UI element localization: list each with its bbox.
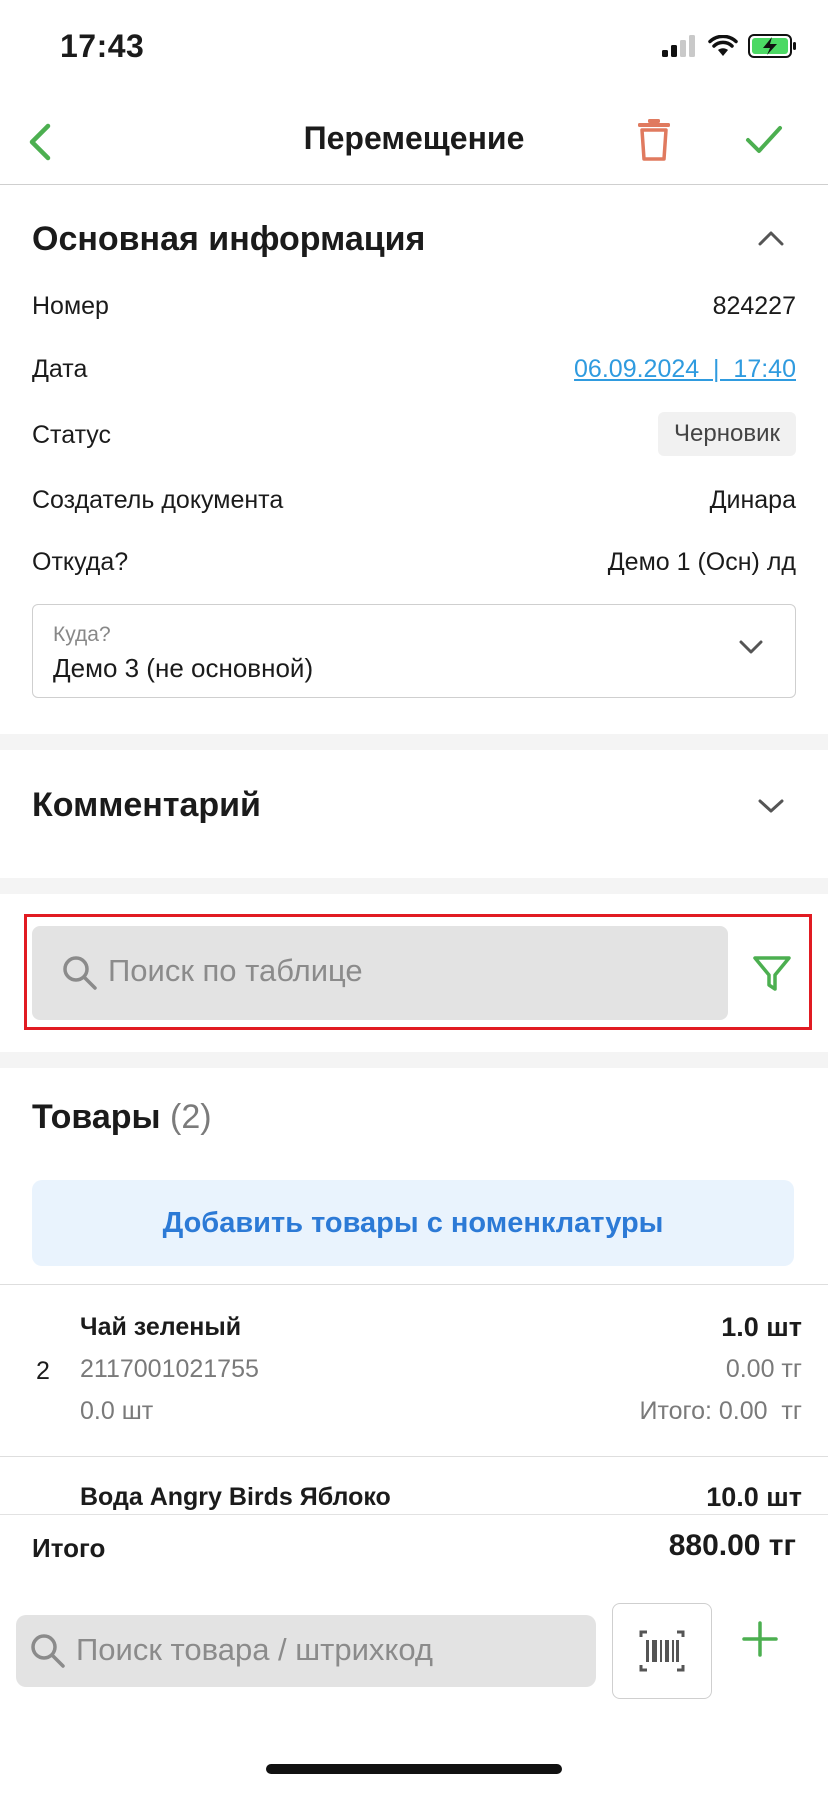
delete-button[interactable] [636, 118, 672, 167]
item-quantity: 10.0 шт [706, 1482, 802, 1512]
filter-button[interactable] [752, 954, 792, 999]
chevron-down-icon [739, 640, 763, 654]
comment-section-header[interactable]: Комментарий [0, 750, 828, 878]
plus-icon [742, 1621, 778, 1657]
checkmark-icon [746, 126, 782, 153]
search-icon [62, 955, 98, 996]
section-divider [0, 878, 828, 894]
chevron-up-icon [758, 231, 784, 246]
item-name: Вода Angry Birds Яблоко [80, 1483, 391, 1511]
chevron-down-icon [758, 799, 784, 813]
products-count: (2) [170, 1098, 212, 1136]
add-product-button[interactable] [740, 1619, 780, 1664]
item-index: 2 [36, 1357, 50, 1385]
list-item[interactable]: 2 Чай зеленый 2117001021755 0.0 шт 1.0 ш… [0, 1285, 828, 1455]
search-icon [30, 1633, 66, 1674]
creator-label: Создатель документа [32, 486, 284, 514]
destination-chevron [737, 637, 765, 662]
products-title: Товары (2) [32, 1098, 212, 1137]
comment-title: Комментарий [32, 786, 261, 824]
status-badge: Черновик [658, 412, 796, 456]
confirm-button[interactable] [744, 122, 784, 163]
wifi-icon [708, 35, 738, 56]
filter-icon [753, 956, 791, 991]
bottom-bar: Итого 880.00 тг Поиск товара / штрихкод [0, 1514, 828, 1793]
number-label: Номер [32, 292, 109, 320]
destination-label: Куда? [53, 623, 111, 646]
creator-value: Динара [709, 486, 796, 514]
section-divider [0, 1052, 828, 1068]
page-title: Перемещение [303, 120, 525, 156]
total-value: 880.00 тг [668, 1529, 796, 1562]
section-divider [0, 734, 828, 750]
item-stock: 0.0 шт [80, 1397, 154, 1425]
from-value: Демо 1 (Осн) лд [607, 548, 796, 576]
number-value: 824227 [712, 292, 796, 320]
trash-icon [638, 119, 670, 161]
date-label: Дата [32, 355, 88, 383]
product-search-placeholder: Поиск товара / штрихкод [76, 1632, 433, 1667]
navbar: Перемещение [0, 100, 828, 185]
status-label: Статус [32, 421, 112, 449]
item-name: Чай зеленый [80, 1313, 242, 1341]
item-barcode: 2117001021755 [80, 1355, 259, 1383]
list-item[interactable]: Вода Angry Birds Яблоко 10.0 шт [0, 1457, 828, 1517]
collapse-main-info-button[interactable] [756, 228, 786, 253]
product-search-input[interactable]: Поиск товара / штрихкод [16, 1615, 596, 1687]
item-total: Итого: 0.00 тг [639, 1397, 802, 1425]
table-search-input[interactable]: Поиск по таблице [32, 926, 728, 1020]
date-value-link[interactable]: 06.09.2024 | 17:40 [574, 355, 796, 384]
signal-icon [662, 35, 695, 57]
item-quantity: 1.0 шт [721, 1312, 802, 1342]
status-icons [662, 34, 798, 58]
main-info-title: Основная информация [32, 220, 426, 258]
status-time: 17:43 [60, 28, 145, 64]
battery-charging-icon [748, 34, 796, 58]
home-indicator [266, 1764, 562, 1774]
barcode-scan-button[interactable] [612, 1603, 712, 1699]
barcode-scan-icon [639, 1630, 685, 1672]
add-from-catalog-button[interactable]: Добавить товары с номенклатуры [32, 1180, 794, 1266]
products-title-text: Товары [32, 1098, 161, 1136]
total-label: Итого [32, 1533, 106, 1563]
expand-comment-toggle [756, 796, 786, 821]
item-price: 0.00 тг [725, 1355, 802, 1383]
table-search-placeholder: Поиск по таблице [108, 953, 363, 988]
destination-value: Демо 3 (не основной) [53, 653, 314, 683]
from-label: Откуда? [32, 548, 129, 576]
destination-select[interactable]: Куда? Демо 3 (не основной) [32, 604, 796, 698]
